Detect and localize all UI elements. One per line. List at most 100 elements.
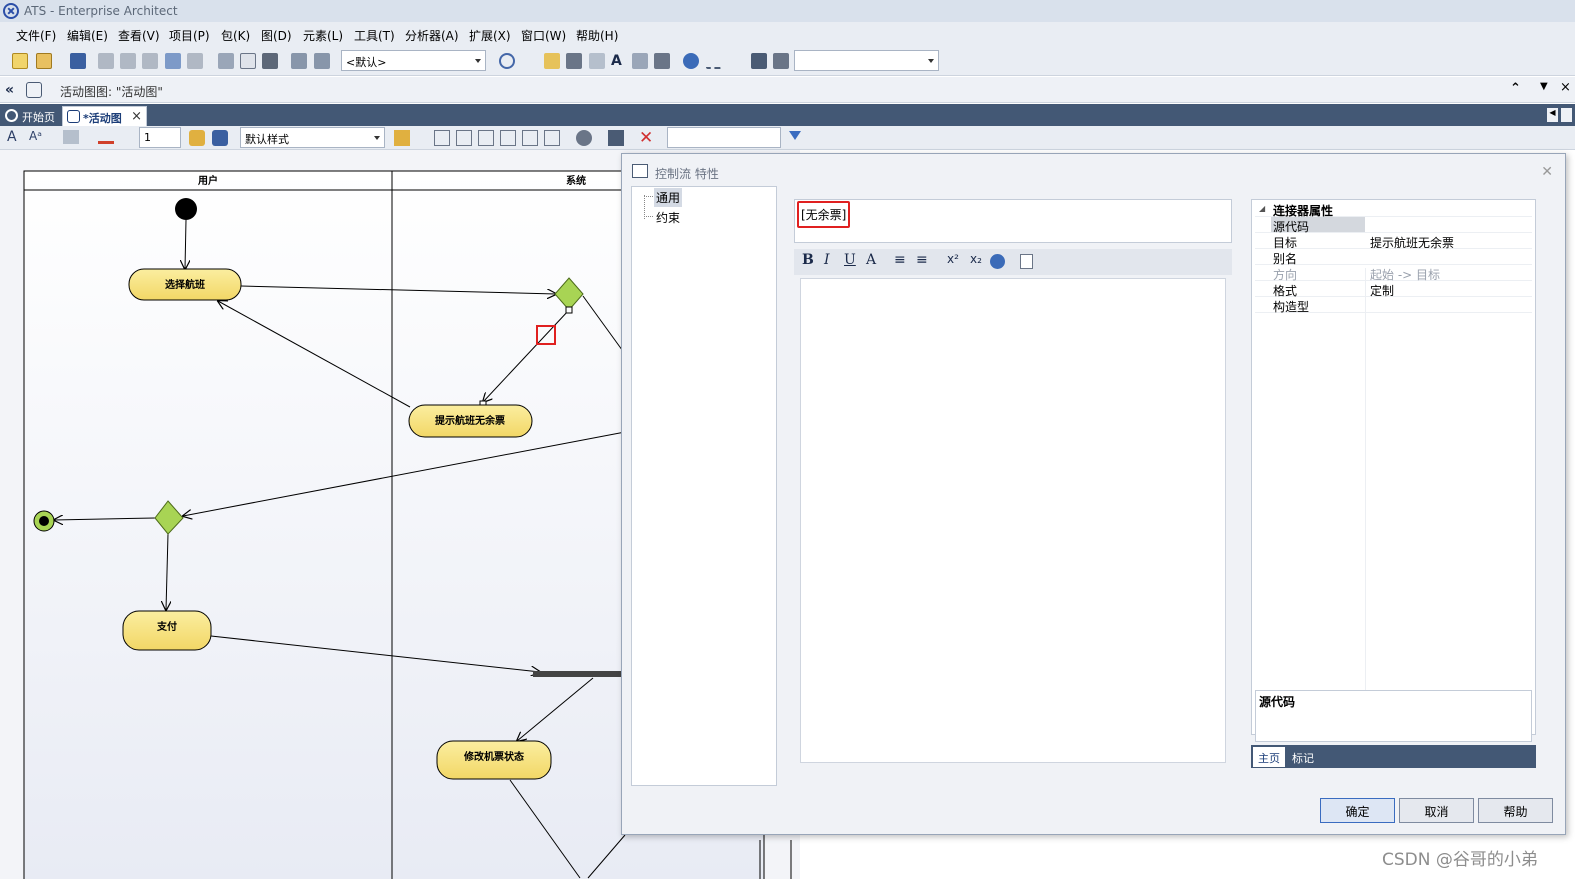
element-icon[interactable] [544,53,560,69]
font-size-icon[interactable]: Aᵃ [29,129,42,143]
nav-general[interactable]: 通用 [654,188,683,207]
perspective-select[interactable]: <默认> [341,50,486,71]
document-tabs: 开始页 *活动图 × ◀ [0,104,1575,126]
menu-diagram[interactable]: 图(D) [261,27,292,44]
menu-view[interactable]: 查看(V) [118,27,160,44]
undo-icon[interactable] [165,53,181,69]
prop-row-direction[interactable]: 方向 起始 -> 目标 [1255,265,1532,282]
close-icon[interactable]: × [1560,80,1571,95]
prop-row-alias[interactable]: 别名 [1255,249,1532,266]
filter-input[interactable] [667,127,781,148]
hyperlink-icon[interactable] [990,254,1005,269]
filter-icon[interactable] [789,131,801,140]
menu-window[interactable]: 窗口(W) [521,27,566,44]
connector-icon[interactable] [706,53,722,69]
menu-element[interactable]: 元素(L) [303,27,343,44]
image-icon[interactable] [632,53,648,69]
underline-button[interactable]: U [844,252,856,268]
distribute-icon[interactable] [544,130,560,146]
font-icon[interactable]: A [611,53,627,69]
style-select[interactable]: 默认样式 [240,127,385,148]
close-icon[interactable]: × [131,109,142,124]
menu-tools[interactable]: 工具(T) [354,27,395,44]
document-icon[interactable] [1020,254,1033,269]
page-icon[interactable] [240,53,256,69]
line-color-icon[interactable] [98,130,114,144]
tab-menu-icon[interactable] [1561,108,1572,122]
prop-row-target[interactable]: 目标 提示航班无余票 [1255,233,1532,250]
layout-icon[interactable] [576,130,592,146]
chevron-left-icon[interactable]: ◀ [1547,108,1558,122]
help-button[interactable]: 帮助 [1478,798,1553,823]
menu-file[interactable]: 文件(F) [16,27,56,44]
redo-icon[interactable] [187,53,203,69]
new-file-icon[interactable] [12,53,28,69]
menu-help[interactable]: 帮助(H) [576,27,618,44]
cut-icon[interactable] [98,53,114,69]
initial-node[interactable] [175,198,197,220]
notes-editor[interactable] [800,278,1226,763]
bullet-list-button[interactable]: ≡ [894,252,906,268]
fill-color-icon[interactable] [63,130,79,144]
align-top-icon[interactable] [478,130,494,146]
search-icon[interactable] [291,53,307,69]
target-icon[interactable] [499,53,515,69]
list-icon[interactable] [654,53,670,69]
fork-bar[interactable] [533,671,625,677]
bold-button[interactable]: B [802,252,814,268]
nav-constraints[interactable]: 约束 [654,208,682,227]
copy-icon[interactable] [120,53,136,69]
align-center-icon[interactable] [456,130,472,146]
print-icon[interactable] [262,53,278,69]
prop-row-stereotype[interactable]: 构造型 [1255,297,1532,314]
tab-start-page[interactable]: 开始页 [2,106,59,126]
save-icon[interactable] [70,53,86,69]
start-page-icon [5,109,18,122]
delete-icon[interactable]: ✕ [639,128,653,148]
window-icon[interactable] [751,53,767,69]
open-folder-icon[interactable] [36,53,52,69]
globe-icon[interactable] [683,53,699,69]
connector-handle[interactable] [565,306,573,314]
chevron-down-icon[interactable]: ▼ [1540,81,1548,92]
apply-style-icon[interactable] [394,130,410,146]
menu-edit[interactable]: 编辑(E) [67,27,108,44]
collapse-icon[interactable]: ◢ [1259,204,1265,213]
format-painter-icon[interactable] [189,130,205,146]
menu-extensions[interactable]: 扩展(X) [469,27,511,44]
document-icon[interactable] [589,53,605,69]
menu-package[interactable]: 包(K) [221,27,250,44]
tab-main[interactable]: 主页 [1253,747,1285,767]
table-icon[interactable] [566,53,582,69]
properties-icon[interactable] [608,130,624,146]
paste-icon[interactable] [142,53,158,69]
eyedropper-icon[interactable] [212,130,228,146]
numbered-list-button[interactable]: ≡ [916,252,928,268]
workspace-select[interactable] [794,50,939,71]
menu-project[interactable]: 项目(P) [169,27,210,44]
collapse-icon[interactable]: « [5,82,14,98]
subscript-button[interactable]: x₂ [970,252,982,266]
italic-button[interactable]: I [824,252,830,268]
align-bottom-icon[interactable] [500,130,516,146]
line-width-stepper[interactable]: 1 [139,127,181,148]
prop-row-style[interactable]: 格式 定制 [1255,281,1532,298]
prop-row-source-code[interactable]: 源代码 [1255,217,1532,234]
ok-button[interactable]: 确定 [1320,798,1395,823]
same-size-icon[interactable] [522,130,538,146]
search-replace-icon[interactable] [314,53,330,69]
guard-field[interactable]: [无余票] [794,199,1232,243]
superscript-button[interactable]: x² [947,252,959,266]
section-header[interactable]: ◢ 连接器属性 [1255,201,1532,218]
align-left-icon[interactable] [434,130,450,146]
menu-analyzer[interactable]: 分析器(A) [405,27,459,44]
tab-activity-diagram[interactable]: *活动图 × [62,106,147,126]
tab-tags[interactable]: 标记 [1287,747,1319,767]
font-icon[interactable]: A [7,129,17,145]
chevron-up-icon[interactable]: ⌃ [1510,81,1521,96]
font-color-button[interactable]: A [866,252,876,268]
close-icon[interactable]: ✕ [1541,164,1553,180]
find-icon[interactable] [218,53,234,69]
properties-icon[interactable] [773,53,789,69]
cancel-button[interactable]: 取消 [1399,798,1474,823]
